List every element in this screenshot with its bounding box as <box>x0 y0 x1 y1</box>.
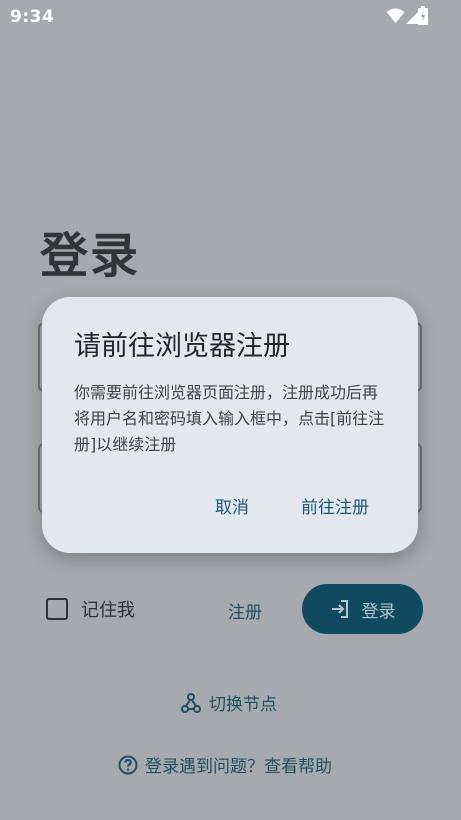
help-circle-icon <box>118 755 138 774</box>
node-share-icon <box>181 692 201 713</box>
battery-icon <box>418 6 428 25</box>
remember-checkbox[interactable] <box>46 598 68 620</box>
help-link[interactable]: 登录遇到问题？查看帮助 <box>118 752 332 777</box>
page-title: 登录 <box>40 228 141 284</box>
dialog-title: 请前往浏览器注册 <box>74 331 290 362</box>
login-arrow-icon <box>331 600 348 618</box>
wifi-icon <box>386 8 405 23</box>
switch-node-label: 切换节点 <box>209 695 277 715</box>
help-label: 登录遇到问题？查看帮助 <box>145 757 332 777</box>
cancel-button[interactable]: 取消 <box>215 493 249 518</box>
register-dialog: 请前往浏览器注册 你需要前往浏览器页面注册，注册成功后再将用户名和密码填入输入框… <box>42 297 418 553</box>
login-button-label: 登录 <box>361 601 396 622</box>
login-button[interactable]: 登录 <box>302 584 423 634</box>
status-bar: 9:34 <box>0 0 461 34</box>
status-time: 9:34 <box>10 7 55 27</box>
remember-label: 记住我 <box>81 600 135 621</box>
switch-node-button[interactable]: 切换节点 <box>181 690 277 715</box>
register-link[interactable]: 注册 <box>228 598 262 623</box>
go-register-button[interactable]: 前往注册 <box>301 493 369 518</box>
dialog-body: 你需要前往浏览器页面注册，注册成功后再将用户名和密码填入输入框中，点击[前往注册… <box>74 383 385 454</box>
